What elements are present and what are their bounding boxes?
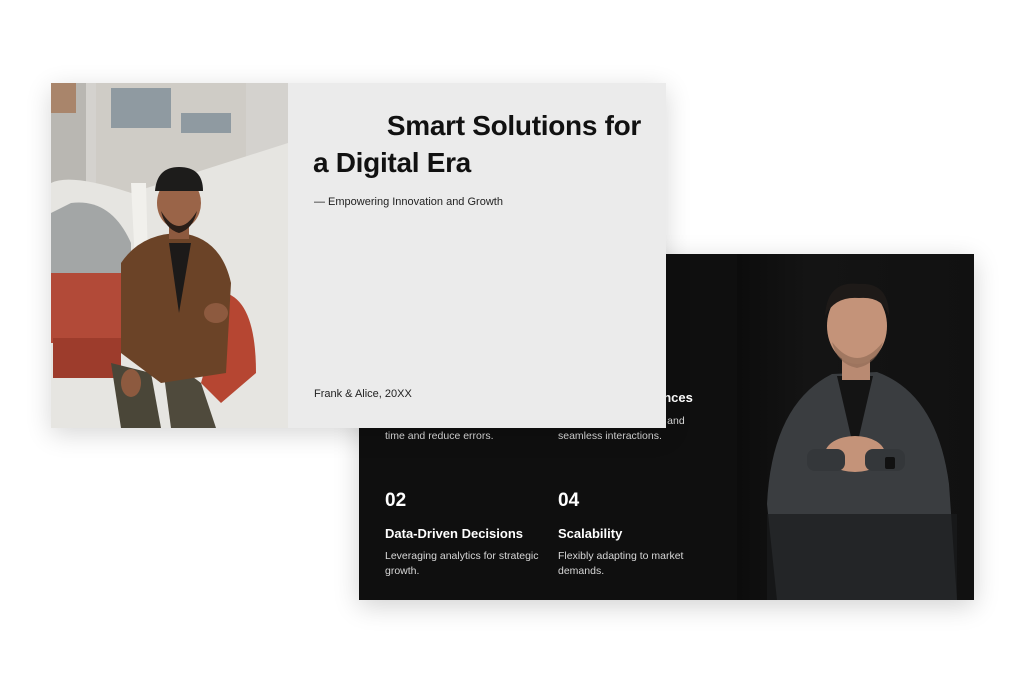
slide-author-footer: Frank & Alice, 20XX bbox=[314, 388, 412, 400]
feature-number: 02 bbox=[385, 490, 407, 511]
feature-title: Scalability bbox=[558, 526, 623, 541]
feature-number: 04 bbox=[558, 490, 580, 511]
man-in-blazer-illustration bbox=[767, 283, 957, 600]
feature-title: Data-Driven Decisions bbox=[385, 526, 523, 541]
slide-title-line-2: a Digital Era bbox=[313, 147, 471, 178]
title-slide: Smart Solutions for a Digital Era — Empo… bbox=[51, 83, 666, 428]
slide-subtitle: — Empowering Innovation and Growth bbox=[314, 196, 503, 208]
portrait-photo-dark bbox=[737, 254, 974, 600]
feature-description: Flexibly adapting to market demands. bbox=[558, 550, 684, 577]
slide-title: Smart Solutions for a Digital Era bbox=[313, 107, 653, 181]
man-in-vintage-car-illustration bbox=[51, 83, 288, 428]
portrait-photo-car bbox=[51, 83, 288, 428]
feature-scalability: 04 Scalability Flexibly adapting to mark… bbox=[558, 491, 723, 579]
feature-data-driven: 02 Data-Driven Decisions Leveraging anal… bbox=[385, 491, 550, 579]
slide-title-line-1: Smart Solutions for bbox=[386, 110, 641, 141]
feature-description: Leveraging analytics for strategic growt… bbox=[385, 550, 539, 577]
